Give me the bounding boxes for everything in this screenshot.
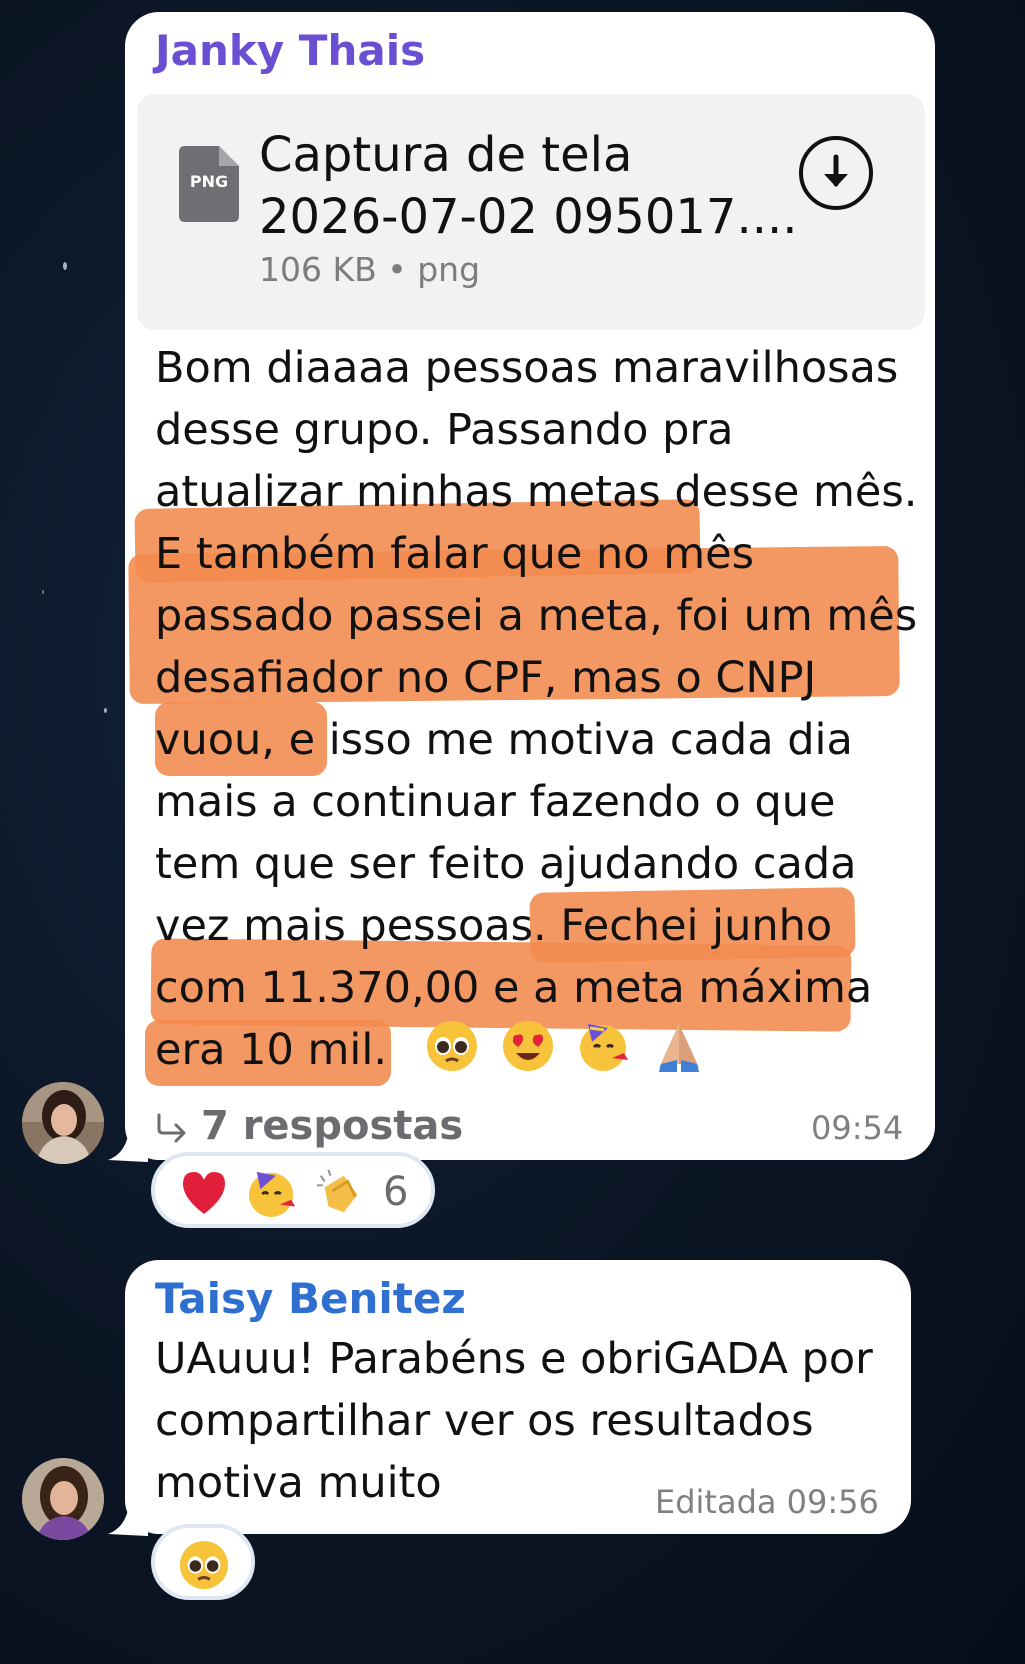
message-text-line: vuou, e isso me motiva cada dia	[155, 715, 853, 765]
message-text-line: atualizar minhas metas desse mês.	[155, 467, 918, 517]
file-size-type: 106 KB • png	[259, 250, 481, 289]
file-type-badge: PNG	[189, 172, 229, 191]
clapping-hands-emoji[interactable]	[315, 1168, 365, 1218]
avatar-taisy-benitez[interactable]	[22, 1458, 104, 1540]
message-text-line: era 10 mil.	[155, 1025, 387, 1075]
message-edited-timestamp: Editada 09:56	[655, 1483, 879, 1521]
file-name: Captura de tela 2026-07-02 095017....	[259, 124, 819, 248]
message-text-line: tem que ser feito ajudando cada	[155, 839, 857, 889]
reply-arrow-icon	[157, 1113, 186, 1143]
download-circle-icon	[824, 154, 848, 187]
replies-label[interactable]: 7 respostas	[201, 1103, 463, 1149]
message-bubble-taisy-benitez[interactable]: Taisy Benitez UAuuu! Parabéns e obriGADA…	[125, 1260, 911, 1534]
message-text-line: E também falar que no mês	[155, 529, 755, 579]
message-bubble-janky-thais[interactable]: Janky Thais PNG Captura de tela 2026-07-…	[125, 12, 935, 1160]
reactions-bar[interactable]	[151, 1524, 255, 1600]
message-text-line: desafiador no CPF, mas o CNPJ	[155, 653, 817, 703]
message-text-line: vez mais pessoas. Fechei junho	[155, 901, 833, 951]
background-star	[104, 708, 107, 713]
file-name-line-2: 2026-07-02 095017....	[259, 189, 798, 245]
partying-face-emoji[interactable]	[247, 1168, 297, 1218]
message-text-line: motiva muito	[155, 1458, 442, 1508]
pleading-face-emoji[interactable]	[179, 1540, 229, 1590]
download-button[interactable]	[799, 136, 873, 210]
message-text-line: desse grupo. Passando pra	[155, 405, 734, 455]
sender-name[interactable]: Taisy Benitez	[155, 1274, 466, 1324]
partying-face-emoji	[579, 1024, 628, 1071]
message-text-line-with-emojis: era 10 mil.	[155, 1017, 715, 1083]
message-text-line: Bom diaaaa pessoas maravilhosas	[155, 343, 899, 393]
avatar-janky-thais[interactable]	[22, 1082, 104, 1164]
message-timestamp: 09:54	[811, 1109, 904, 1147]
reactions-bar[interactable]: 6	[151, 1152, 435, 1228]
background-star	[42, 590, 44, 594]
message-text-line: UAuuu! Parabéns e obriGADA por	[155, 1334, 873, 1384]
pleading-face-emoji	[427, 1021, 478, 1071]
file-name-line-1: Captura de tela	[259, 127, 633, 183]
replies-link[interactable]: 7 respostas	[155, 1102, 463, 1150]
sender-name[interactable]: Janky Thais	[155, 26, 425, 76]
message-text-line: compartilhar ver os resultados	[155, 1396, 814, 1446]
reaction-count: 6	[383, 1169, 409, 1215]
file-attachment[interactable]: PNG Captura de tela 2026-07-02 095017...…	[137, 94, 925, 330]
heart-eyes-emoji	[503, 1021, 554, 1071]
red-heart-emoji[interactable]	[179, 1168, 229, 1218]
background-star	[63, 262, 67, 270]
message-text-line: com 11.370,00 e a meta máxima	[155, 963, 873, 1013]
message-text-line: mais a continuar fazendo o que	[155, 777, 836, 827]
folded-hands-emoji	[659, 1024, 700, 1072]
message-text-line: passado passei a meta, foi um mês	[155, 591, 918, 641]
